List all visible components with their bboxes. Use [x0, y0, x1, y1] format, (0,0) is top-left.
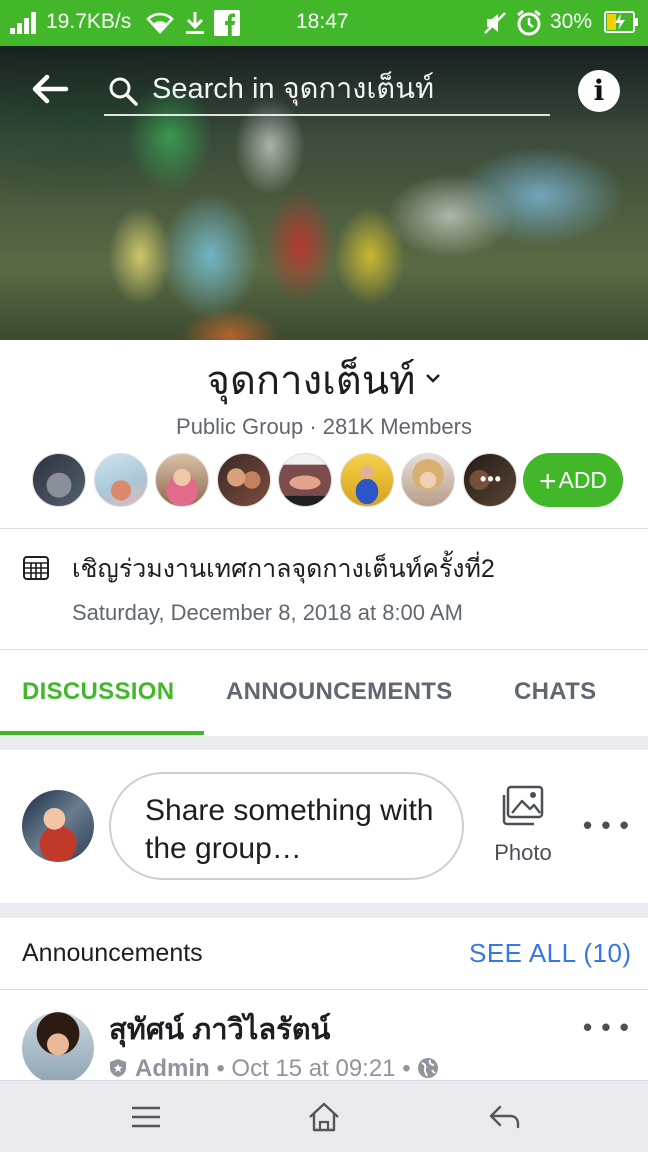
member-avatar[interactable]	[278, 453, 332, 507]
status-bar: 19.7KB/s 18:47 30%	[0, 0, 648, 46]
download-icon	[186, 12, 204, 34]
post-role: Admin	[135, 1055, 210, 1082]
post-author-avatar[interactable]	[22, 1012, 94, 1084]
photo-button[interactable]: Photo	[487, 783, 559, 873]
photo-label: Photo	[494, 840, 552, 865]
event-title[interactable]: เชิญร่วมงานเทศกาลจุดกางเต็นท์ครั้งที่2	[72, 551, 495, 587]
plus-icon: +	[538, 465, 557, 498]
event-datetime: Saturday, December 8, 2018 at 8:00 AM	[72, 600, 463, 625]
members-count[interactable]: 281K Members	[323, 414, 472, 439]
group-name: จุดกางเต็นท์	[206, 359, 416, 403]
composer-more-icon[interactable]: • • •	[583, 812, 630, 838]
back-icon[interactable]	[486, 1099, 522, 1135]
photo-icon	[502, 785, 544, 826]
member-avatar[interactable]	[217, 453, 271, 507]
add-label: ADD	[558, 467, 608, 493]
menu-icon[interactable]	[128, 1099, 164, 1135]
calendar-icon	[23, 556, 49, 580]
composer-prompt: Share something with the group…	[145, 794, 434, 865]
more-members-icon[interactable]: •••	[463, 453, 517, 507]
globe-icon	[418, 1058, 439, 1078]
mute-icon	[484, 12, 506, 34]
system-nav-bar	[0, 1080, 648, 1152]
group-meta: Public Group · 281K Members	[0, 412, 648, 442]
battery-charging-icon	[604, 11, 638, 33]
see-all-link[interactable]: SEE ALL (10)	[469, 936, 632, 970]
divider	[0, 989, 648, 990]
clock: 18:47	[296, 10, 349, 33]
tab-discussion[interactable]: DISCUSSION	[22, 676, 174, 708]
divider	[0, 528, 648, 529]
wifi-icon	[146, 12, 174, 34]
battery-percent: 30%	[550, 10, 593, 33]
back-arrow-icon[interactable]	[30, 72, 70, 106]
group-title[interactable]: จุดกางเต็นท์	[0, 354, 648, 408]
section-gap	[0, 736, 648, 750]
post-time[interactable]: Oct 15 at 09:21	[231, 1055, 395, 1082]
member-avatar[interactable]	[32, 453, 86, 507]
meta-separator: •	[216, 1055, 225, 1082]
tab-announcements[interactable]: ANNOUNCEMENTS	[226, 676, 453, 708]
group-tabs: DISCUSSION ANNOUNCEMENTS CHATS	[0, 650, 648, 736]
post-more-icon[interactable]: • • •	[583, 1014, 630, 1040]
facebook-icon	[214, 10, 240, 36]
alarm-icon	[517, 9, 541, 36]
group-privacy: Public Group	[176, 414, 304, 439]
tab-chats[interactable]: CHATS	[514, 676, 596, 708]
network-speed: 19.7KB/s	[46, 10, 132, 33]
search-input[interactable]: Search in จุดกางเต็นท์	[152, 72, 434, 106]
member-avatar[interactable]	[401, 453, 455, 507]
member-avatar[interactable]	[155, 453, 209, 507]
group-cover-photo[interactable]: Search in จุดกางเต็นท์ i	[0, 46, 648, 340]
member-avatar[interactable]	[94, 453, 148, 507]
signal-icon	[10, 12, 40, 34]
meta-separator: •	[402, 1055, 411, 1082]
user-avatar[interactable]	[22, 790, 94, 862]
section-gap	[0, 903, 648, 918]
announcements-heading: Announcements	[22, 939, 203, 967]
info-icon[interactable]: i	[578, 70, 620, 112]
post-author-name[interactable]: สุทัศน์ ภาวิไลรัตน์	[109, 1012, 330, 1048]
search-icon	[109, 77, 138, 106]
group-search-bar[interactable]: Search in จุดกางเต็นท์	[104, 66, 550, 116]
admin-shield-icon	[110, 1059, 126, 1077]
more-members-label: •••	[464, 454, 516, 506]
member-avatar[interactable]	[340, 453, 394, 507]
composer-input[interactable]: Share something with the group…	[109, 772, 464, 880]
chevron-down-icon[interactable]	[425, 370, 441, 386]
add-member-button[interactable]: +ADD	[523, 453, 623, 507]
active-tab-indicator	[0, 731, 204, 735]
home-icon[interactable]	[306, 1099, 342, 1135]
meta-separator: ·	[309, 414, 317, 439]
